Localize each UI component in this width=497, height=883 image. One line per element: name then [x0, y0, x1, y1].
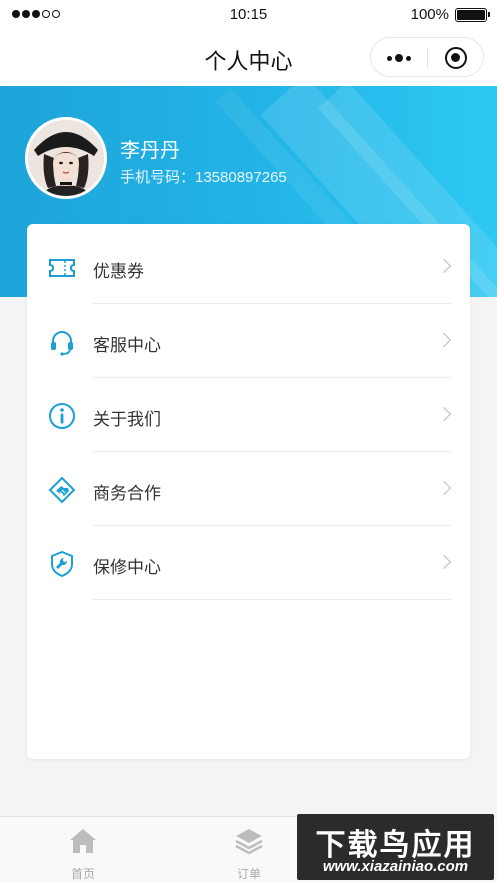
shield-wrench-icon: [51, 550, 73, 578]
status-bar: 10:15 100%: [0, 0, 497, 30]
tab-label: 订单: [236, 867, 261, 881]
info-icon: [49, 403, 75, 429]
menu-label: 关于我们: [93, 410, 161, 429]
close-mini-program-icon[interactable]: [445, 47, 467, 69]
menu-item-about-us[interactable]: 关于我们: [27, 378, 470, 452]
tab-home[interactable]: 首页: [43, 825, 123, 882]
menu-label: 保修中心: [93, 558, 161, 577]
handshake-icon: [48, 476, 76, 504]
home-icon: [70, 829, 96, 853]
nav-bar: 个人中心: [0, 30, 497, 86]
menu-item-business-cooperation[interactable]: 商务合作: [27, 452, 470, 526]
battery-percent: 100%: [410, 6, 449, 23]
menu-item-coupons[interactable]: 优惠券: [27, 230, 470, 304]
avatar[interactable]: [25, 117, 107, 199]
more-options-icon[interactable]: [387, 54, 411, 62]
watermark: 下载鸟应用 www.xiazainiao.com: [297, 814, 494, 880]
menu-item-customer-service[interactable]: 客服中心: [27, 304, 470, 378]
battery-icon: [455, 8, 490, 22]
ticket-icon: [49, 259, 75, 277]
layers-icon: [235, 829, 263, 855]
menu-card: 优惠券 客服中心 关于我们 商务合作 保修中心: [27, 224, 470, 759]
watermark-url: www.xiazainiao.com: [322, 858, 469, 875]
menu-label: 商务合作: [93, 484, 161, 503]
tab-orders[interactable]: 订单: [209, 825, 289, 882]
menu-label: 优惠券: [93, 262, 144, 281]
headset-icon: [51, 331, 73, 356]
mini-program-capsule: [370, 37, 484, 77]
tab-label: 首页: [70, 867, 95, 881]
chevron-right-icon: [436, 480, 452, 496]
chevron-right-icon: [436, 258, 452, 274]
menu-label: 客服中心: [93, 336, 161, 355]
menu-item-warranty-center[interactable]: 保修中心: [27, 526, 470, 600]
user-phone: 手机号码：13580897265: [120, 169, 287, 186]
chevron-right-icon: [436, 332, 452, 348]
user-name: 李丹丹: [120, 140, 180, 162]
chevron-right-icon: [436, 554, 452, 570]
chevron-right-icon: [436, 406, 452, 422]
